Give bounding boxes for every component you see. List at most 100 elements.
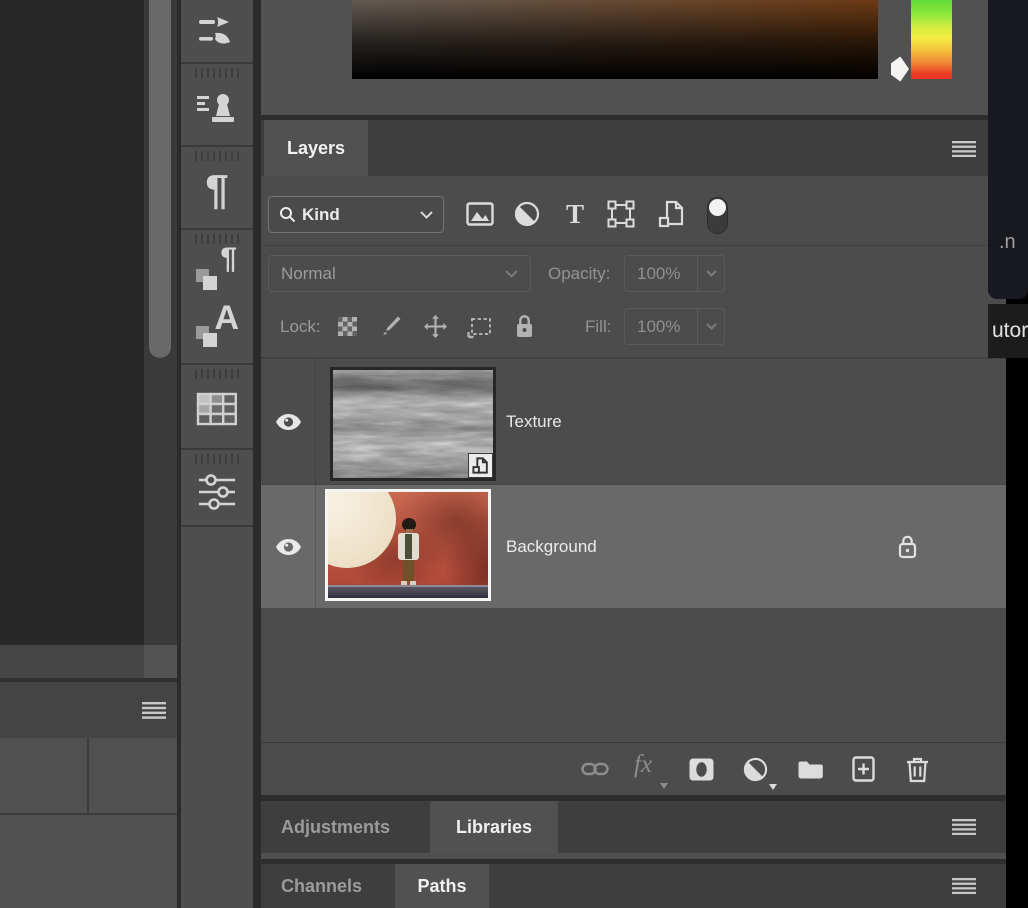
new-group-folder-icon[interactable] (795, 758, 825, 780)
divider (181, 62, 253, 64)
hue-slider-bar[interactable] (911, 0, 952, 79)
adjustments-libraries-tab-bar: Adjustments Libraries (261, 801, 1006, 853)
swatches-panel-icon[interactable] (195, 384, 239, 434)
photo-person (398, 518, 420, 586)
layer-lock-icon[interactable] (894, 533, 920, 561)
layers-tab-bar: Layers (261, 120, 1006, 176)
divider (181, 228, 253, 230)
texture-layer-thumbnail[interactable] (330, 367, 496, 481)
layer-row-texture[interactable]: Texture (261, 359, 1006, 484)
layers-footer-toolbar: fx (261, 743, 1006, 795)
search-icon (279, 206, 296, 223)
layer-filter-toggle[interactable] (707, 197, 728, 234)
shape-layer-filter-icon[interactable] (607, 200, 635, 228)
delete-layer-trash-icon[interactable] (903, 754, 931, 784)
scrollbar-corner (144, 645, 177, 678)
paths-tab-label: Paths (417, 876, 466, 897)
chevron-down-icon (420, 211, 433, 219)
blend-mode-value: Normal (281, 264, 336, 284)
add-layer-mask-icon[interactable] (688, 757, 714, 781)
document-canvas[interactable] (0, 0, 144, 645)
channels-paths-tab-bar: Channels Paths (261, 864, 1006, 908)
panel-group-grip[interactable] (195, 151, 239, 161)
chevron-down-icon (706, 323, 717, 330)
layer-filter-kind-dropdown[interactable]: Kind (268, 196, 444, 233)
brushes-panel-icon[interactable] (195, 8, 239, 56)
blend-mode-dropdown[interactable]: Normal (268, 255, 531, 292)
lock-label: Lock: (280, 317, 321, 337)
canvas-scrollbar-track[interactable] (144, 0, 177, 645)
lock-pixels-brush-icon[interactable] (378, 314, 403, 339)
divider (181, 145, 253, 147)
properties-panel-icon[interactable] (195, 466, 239, 518)
tab-layers[interactable]: Layers (264, 120, 368, 176)
opacity-value-box[interactable]: 100% (624, 255, 725, 292)
eye-icon[interactable] (275, 538, 302, 556)
layer-name[interactable]: Background (506, 537, 597, 557)
visibility-cell[interactable] (261, 359, 316, 484)
layers-panel-menu-icon[interactable] (952, 141, 976, 157)
new-adjustment-layer-icon[interactable] (743, 757, 773, 787)
hue-slider-pointer[interactable] (891, 56, 909, 82)
panel-group-grip[interactable] (195, 454, 239, 464)
type-glyph: T (566, 201, 584, 228)
libraries-tab-label: Libraries (456, 817, 532, 838)
left-panel-menu-icon[interactable] (142, 702, 166, 719)
character-styles-panel-icon[interactable]: A (195, 301, 239, 355)
kind-filter-label: Kind (302, 205, 340, 225)
paragraph-glyph: ¶ (205, 169, 228, 211)
left-panel-header (0, 682, 177, 738)
lock-all-icon[interactable] (512, 312, 537, 340)
opacity-label: Opacity: (548, 264, 610, 284)
tab-channels[interactable]: Channels (281, 864, 362, 908)
divider (181, 363, 253, 365)
paragraph-styles-panel-icon[interactable]: ¶ (195, 246, 239, 300)
divider (181, 448, 253, 450)
panel-group-grip[interactable] (195, 68, 239, 78)
tab-libraries[interactable]: Libraries (430, 801, 558, 853)
libraries-panel-menu-icon[interactable] (952, 819, 976, 835)
paths-panel-menu-icon[interactable] (952, 878, 976, 894)
tab-paths[interactable]: Paths (395, 864, 489, 908)
adjustment-layer-filter-icon[interactable] (513, 200, 541, 228)
opacity-stepper-chevron[interactable] (698, 256, 724, 291)
smart-object-badge (468, 453, 493, 478)
channels-tab-label: Channels (281, 876, 362, 897)
fx-flyout-arrow (660, 783, 668, 789)
background-window-fragment: .n (988, 0, 1028, 299)
fx-glyph: fx (634, 751, 652, 778)
photo-light-circle (325, 489, 396, 568)
type-layer-filter-icon[interactable]: T (561, 200, 589, 228)
panel-icon-dock: ¶ ¶ A (181, 0, 253, 908)
background-layer-thumbnail[interactable] (325, 489, 491, 601)
smart-object-filter-icon[interactable] (658, 200, 686, 228)
background-window-text-2: utor (992, 319, 1028, 343)
fill-stepper-chevron[interactable] (698, 309, 724, 344)
eye-icon[interactable] (275, 413, 302, 431)
layer-row-background[interactable]: Background (261, 485, 1006, 608)
lock-transparency-icon[interactable] (338, 317, 357, 336)
layer-list: Texture (261, 359, 1006, 742)
layer-effects-icon[interactable]: fx (634, 751, 666, 787)
lock-position-icon[interactable] (422, 313, 449, 340)
divider (261, 245, 1006, 246)
panel-group-grip[interactable] (195, 369, 239, 379)
layer-name[interactable]: Texture (506, 412, 562, 432)
lock-artboard-icon[interactable] (466, 314, 494, 339)
visibility-cell[interactable] (261, 485, 316, 608)
divider (253, 0, 261, 908)
fill-value-box[interactable]: 100% (624, 308, 725, 345)
left-panel-cell[interactable] (0, 738, 89, 813)
pixel-layer-filter-icon[interactable] (466, 200, 494, 228)
new-layer-icon[interactable] (851, 755, 875, 783)
clone-source-panel-icon[interactable] (195, 82, 239, 134)
paragraph-panel-icon[interactable]: ¶ (195, 162, 239, 218)
tab-adjustments[interactable]: Adjustments (281, 801, 390, 853)
photoshop-workspace: ¶ ¶ A (0, 0, 1028, 908)
layers-panel: Layers Kind (261, 120, 1006, 795)
canvas-scrollbar-thumb[interactable] (149, 0, 171, 358)
color-saturation-brightness-field[interactable] (352, 0, 878, 79)
link-layers-icon[interactable] (580, 758, 610, 780)
fill-value: 100% (637, 317, 680, 337)
chevron-down-icon (706, 270, 717, 277)
